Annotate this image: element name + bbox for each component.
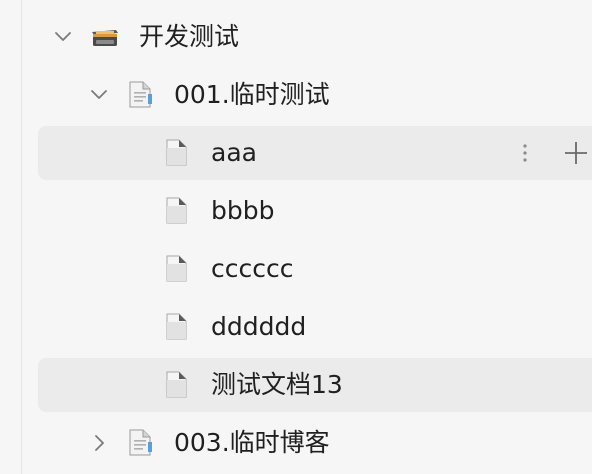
tree-node-label: dddddd [211, 312, 307, 341]
tree-node-folder-001[interactable]: 001.临时测试 [0, 68, 592, 122]
chevron-down-icon[interactable] [88, 84, 110, 106]
plus-icon[interactable] [563, 140, 589, 166]
folder-doc-icon [126, 80, 156, 110]
tree-node-label: 003.临时博客 [174, 428, 330, 457]
tree-node-doc[interactable]: bbbb [0, 184, 592, 238]
chevron-right-icon[interactable] [88, 432, 110, 454]
tree-node-label: cccccc [211, 254, 294, 283]
tree-node-label: bbbb [211, 196, 275, 225]
chevron-down-icon[interactable] [52, 26, 74, 48]
tree-node-label: 001.临时测试 [174, 80, 330, 109]
tree-node-label: 测试文档13 [211, 370, 343, 399]
document-icon [163, 196, 193, 226]
document-icon [163, 254, 193, 284]
tree-node-label: 开发测试 [139, 22, 240, 51]
row-highlight [38, 126, 592, 180]
tree-node-doc[interactable]: dddddd [0, 300, 592, 354]
document-icon [163, 138, 193, 168]
tree-node-doc[interactable]: aaa [0, 126, 592, 180]
folder-doc-icon [126, 428, 156, 458]
tree-node-doc[interactable]: cccccc [0, 242, 592, 296]
document-icon [163, 312, 193, 342]
tree-node-doc-selected[interactable]: 测试文档13 [0, 358, 592, 412]
tree-node-folder-003[interactable]: 003.临时博客 [0, 416, 592, 470]
tree-node-root[interactable]: 开发测试 [0, 10, 592, 64]
cabinet-icon [90, 22, 120, 52]
document-icon [163, 370, 193, 400]
more-vertical-icon[interactable] [515, 141, 535, 165]
tree-node-label: aaa [211, 138, 257, 167]
